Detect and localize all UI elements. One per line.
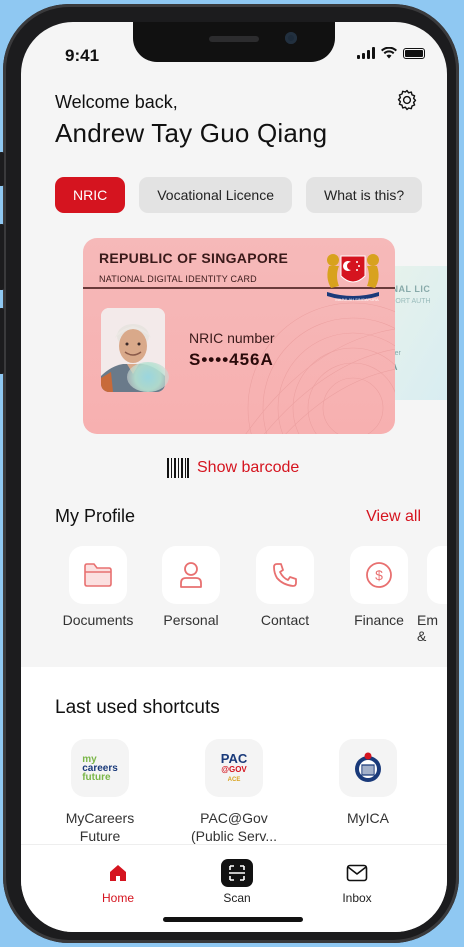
wifi-icon bbox=[381, 47, 397, 59]
show-barcode-button[interactable]: Show barcode bbox=[167, 458, 299, 478]
tab-nric[interactable]: NRIC bbox=[55, 177, 126, 213]
nav-inbox[interactable]: Inbox bbox=[317, 859, 397, 905]
profile-item-documents[interactable]: Documents bbox=[51, 546, 145, 628]
profile-item-label: Contact bbox=[260, 612, 310, 628]
shortcuts-title: Last used shortcuts bbox=[55, 697, 220, 718]
signal-icon bbox=[357, 47, 375, 59]
volume-down-button bbox=[0, 308, 4, 374]
gear-icon[interactable] bbox=[395, 88, 419, 112]
folder-icon bbox=[69, 546, 127, 604]
barcode-icon bbox=[167, 458, 189, 478]
logo-line: @GOV bbox=[221, 764, 247, 774]
hologram-icon bbox=[127, 362, 169, 392]
battery-icon bbox=[403, 47, 425, 59]
nric-number-label: NRIC number bbox=[189, 330, 275, 346]
profile-item-label: Documents bbox=[62, 612, 134, 628]
card-title: REPUBLIC OF SINGAPORE bbox=[99, 250, 289, 266]
shortcuts-section: Last used shortcuts my careers future My… bbox=[21, 667, 447, 867]
user-name: Andrew Tay Guo Qiang bbox=[55, 118, 328, 148]
status-time: 9:41 bbox=[65, 46, 100, 65]
nric-number-value: S••••456A bbox=[189, 350, 274, 369]
phone-frame: 9:41 Welcome back, Andrew Tay Guo Qiang … bbox=[0, 4, 459, 943]
mail-icon bbox=[317, 859, 397, 887]
view-all-link[interactable]: View all bbox=[366, 508, 421, 526]
card-subtitle: NATIONAL DIGITAL IDENTITY CARD bbox=[99, 274, 257, 284]
home-icon bbox=[78, 859, 158, 887]
ica-crest-icon bbox=[339, 739, 397, 797]
person-icon bbox=[162, 546, 220, 604]
phone-icon bbox=[256, 546, 314, 604]
partial-icon bbox=[427, 546, 447, 604]
nav-label: Home bbox=[101, 891, 134, 905]
speaker bbox=[209, 36, 259, 42]
logo-line: ACE bbox=[227, 776, 241, 783]
id-tabs: NRIC Vocational Licence What is this? bbox=[55, 177, 423, 213]
mute-switch bbox=[0, 152, 4, 186]
welcome-text: Welcome back, bbox=[55, 92, 178, 112]
status-icons bbox=[357, 47, 425, 59]
notch bbox=[133, 22, 335, 62]
camera bbox=[285, 32, 297, 44]
nav-scan[interactable]: Scan bbox=[197, 859, 277, 905]
screen: 9:41 Welcome back, Andrew Tay Guo Qiang … bbox=[21, 22, 447, 932]
nav-label: Inbox bbox=[342, 891, 372, 905]
shortcut-myica[interactable]: MyICA bbox=[313, 739, 423, 827]
shortcut-label: PAC@Gov (Public Serv... bbox=[190, 810, 278, 844]
nav-home[interactable]: Home bbox=[78, 859, 158, 905]
my-profile-title: My Profile bbox=[55, 506, 136, 526]
profile-item-label: Personal bbox=[163, 612, 219, 628]
dollar-icon: $ bbox=[350, 546, 408, 604]
profile-item-contact[interactable]: Contact bbox=[238, 546, 332, 628]
mycareersfuture-logo: my careers future bbox=[71, 739, 129, 797]
pac-gov-logo: PAC @GOV ACE bbox=[205, 739, 263, 797]
profile-item-label: Em & bbox=[417, 612, 438, 644]
profile-shortcuts: Documents Personal Contact $ Finance Em … bbox=[21, 546, 447, 656]
bottom-nav: Home Scan Inbox bbox=[21, 844, 447, 932]
profile-item-partial[interactable]: Em & bbox=[401, 546, 447, 644]
tab-what-is-this[interactable]: What is this? bbox=[306, 177, 423, 213]
svg-text:$: $ bbox=[375, 567, 383, 583]
nav-label: Scan bbox=[223, 891, 251, 905]
show-barcode-label: Show barcode bbox=[197, 459, 300, 476]
shortcut-mycareersfuture[interactable]: my careers future MyCareers Future bbox=[45, 739, 155, 845]
tab-vocational-licence[interactable]: Vocational Licence bbox=[139, 177, 292, 213]
home-indicator[interactable] bbox=[163, 917, 303, 922]
volume-up-button bbox=[0, 224, 4, 290]
profile-item-personal[interactable]: Personal bbox=[144, 546, 238, 628]
scan-icon bbox=[197, 859, 277, 887]
crest-motto: MAJULAH SINGAPURA bbox=[335, 297, 379, 302]
shortcut-label: MyCareers Future bbox=[65, 810, 135, 844]
logo-line: PAC bbox=[220, 750, 248, 766]
shortcut-pac-gov[interactable]: PAC @GOV ACE PAC@Gov (Public Serv... bbox=[179, 739, 289, 845]
crest-motto-text: MAJULAH SINGAPURA bbox=[335, 297, 379, 302]
nric-card[interactable]: REPUBLIC OF SINGAPORE NATIONAL DIGITAL I… bbox=[83, 238, 395, 434]
shortcut-label: MyICA bbox=[347, 810, 389, 826]
logo-line: future bbox=[82, 771, 111, 783]
